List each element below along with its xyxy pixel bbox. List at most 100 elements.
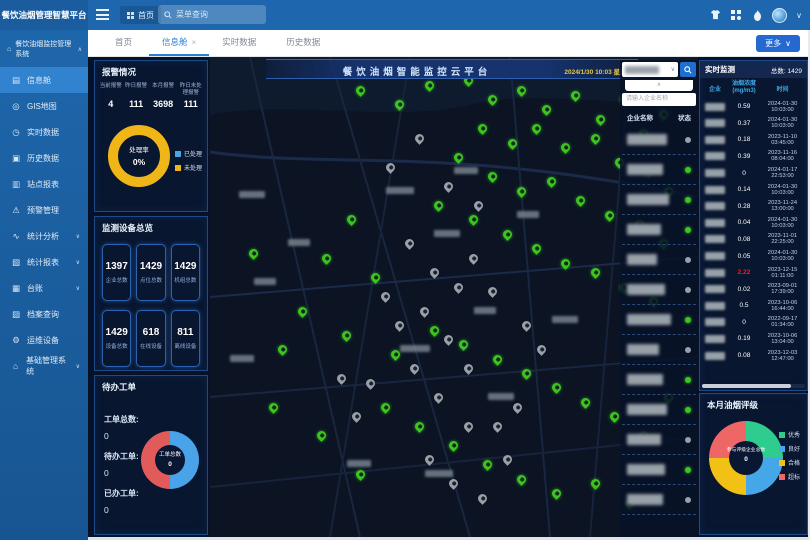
company-row[interactable] — [622, 245, 696, 275]
concentration-value: 0 — [728, 319, 760, 326]
device-stat-card: 1429 机组总数 — [171, 244, 200, 301]
sidebar-item[interactable]: ▤ 信息舱 — [0, 67, 88, 93]
notification-flame-icon[interactable] — [751, 9, 763, 21]
hamburger-menu-icon[interactable] — [96, 9, 109, 20]
collapse-bar[interactable]: ∧ — [625, 80, 693, 91]
chevron-down-icon: ∨ — [76, 233, 80, 240]
company-row[interactable] — [622, 155, 696, 185]
sidebar-item[interactable]: ⌂ 基础管理系统 ∨ — [0, 353, 88, 379]
enterprise-name-redacted — [705, 302, 725, 310]
sidebar-item-label: 运维设备 — [27, 335, 59, 346]
reading-timestamp: 2023-10-06 16:44:00 — [760, 300, 805, 312]
concentration-value: 0.5 — [728, 302, 760, 309]
sidebar-system-header[interactable]: ⌂ 餐饮油烟监控管理系统 ∧ — [0, 30, 88, 67]
sidebar-item-label: 台账 — [27, 283, 43, 294]
enterprise-name-redacted — [705, 136, 725, 144]
sidebar-item-icon: ▣ — [11, 153, 21, 164]
concentration-value: 2.22 — [728, 269, 760, 276]
map-place-label — [488, 393, 514, 400]
horizontal-scrollbar[interactable] — [702, 384, 805, 388]
company-row[interactable] — [622, 275, 696, 305]
company-row[interactable] — [622, 425, 696, 455]
map-place-label — [425, 470, 453, 477]
company-name-redacted — [627, 284, 665, 295]
company-row[interactable] — [622, 485, 696, 515]
sidebar-item[interactable]: ▦ 台账 ∨ — [0, 275, 88, 301]
company-row[interactable] — [622, 335, 696, 365]
company-name-input[interactable]: 请输入企业名称 — [622, 93, 696, 106]
fullscreen-icon[interactable] — [730, 9, 742, 21]
realtime-row: 0.08 2023-12-03 12:47:00 — [700, 347, 807, 364]
company-search-button[interactable] — [680, 62, 696, 77]
theme-shirt-icon[interactable] — [709, 9, 721, 21]
reading-timestamp: 2022-09-17 01:34:00 — [760, 316, 805, 328]
legend-swatch — [779, 474, 785, 480]
status-dot — [685, 317, 691, 323]
sidebar-nav: ⌂ 餐饮油烟监控管理系统 ∧ ▤ 信息舱 ◎ GIS地图 ◷ — [0, 30, 88, 540]
page-tab[interactable]: 历史数据 — [273, 30, 337, 56]
concentration-value: 0.39 — [728, 153, 760, 160]
sidebar-item[interactable]: ▧ 统计报表 ∨ — [0, 249, 88, 275]
company-row[interactable] — [622, 185, 696, 215]
reading-timestamp: 2023-12-03 12:47:00 — [760, 350, 805, 362]
sidebar-item-label: 站点报表 — [27, 179, 59, 190]
top-header-bar: 餐饮油烟管理智慧平台 首页 菜单查询 ∨ — [0, 0, 810, 30]
company-row[interactable] — [622, 365, 696, 395]
menu-search-input[interactable]: 菜单查询 — [158, 5, 266, 24]
company-row[interactable] — [622, 215, 696, 245]
status-dot — [685, 407, 691, 413]
company-name-redacted — [627, 164, 663, 175]
device-stat-label: 设备总数 — [106, 342, 128, 350]
home-icon: ⌂ — [7, 46, 11, 53]
concentration-value: 0 — [728, 170, 760, 177]
sidebar-item[interactable]: ▣ 历史数据 — [0, 145, 88, 171]
workorder-stat-value: 0 — [104, 468, 139, 478]
user-menu-caret-icon[interactable]: ∨ — [796, 11, 802, 20]
alarm-stats: 当前报警 4 昨日报警 111 本月报警 3698 昨日未处理报警 111 — [95, 81, 207, 111]
device-stat-label: 离线设备 — [174, 342, 196, 350]
user-avatar[interactable] — [772, 8, 787, 23]
sidebar-item[interactable]: ◎ GIS地图 — [0, 93, 88, 119]
workorder-stat: 工单总数: 0 — [104, 414, 139, 441]
company-row[interactable] — [622, 125, 696, 155]
rating-center-value: 0 — [709, 456, 783, 463]
company-row[interactable] — [622, 395, 696, 425]
device-stat-card: 618 在线设备 — [136, 310, 165, 367]
sidebar-item[interactable]: ▨ 档案查询 — [0, 301, 88, 327]
concentration-value: 0.14 — [728, 186, 760, 193]
company-row[interactable] — [622, 455, 696, 485]
reading-timestamp: 2023-10-06 13:04:00 — [760, 333, 805, 345]
device-stat-card: 1429 设备总数 — [102, 310, 131, 367]
status-dot — [685, 197, 691, 203]
reading-timestamp: 2023-09-01 17:39:00 — [760, 283, 805, 295]
scrollbar-thumb[interactable] — [702, 384, 791, 388]
enterprise-name-redacted — [705, 202, 725, 210]
map-place-label — [552, 316, 578, 323]
sidebar-item[interactable]: ⚙ 运维设备 — [0, 327, 88, 353]
concentration-value: 0.05 — [728, 253, 760, 260]
company-col-name: 企业名称 — [627, 112, 653, 122]
home-shortcut[interactable]: 首页 — [120, 6, 161, 24]
tab-close-icon[interactable]: × — [192, 38, 197, 47]
sidebar-item[interactable]: ◷ 实时数据 — [0, 119, 88, 145]
more-button[interactable]: 更多 ∨ — [756, 35, 800, 52]
reading-timestamp: 2024-01-30 10:03:00 — [760, 250, 805, 262]
company-row[interactable] — [622, 305, 696, 335]
status-dot — [685, 347, 691, 353]
sidebar-item[interactable]: ▥ 站点报表 — [0, 171, 88, 197]
sidebar-item[interactable]: ∿ 统计分析 ∨ — [0, 223, 88, 249]
sidebar-item-label: 档案查询 — [27, 309, 59, 320]
sidebar-item[interactable]: ⚠ 预警管理 — [0, 197, 88, 223]
workorder-stat-label: 已办工单: — [104, 488, 139, 499]
reading-timestamp: 2023-12-15 01:11:00 — [760, 267, 805, 279]
page-tab[interactable]: 首页 — [102, 30, 149, 56]
map-banner: 餐饮油烟智能监控云平台 2024/1/30 10:03 星期二 — [266, 59, 638, 79]
company-name-redacted — [627, 194, 669, 205]
reading-timestamp: 2023-11-16 08:04:00 — [760, 150, 805, 162]
concentration-value: 0.02 — [728, 286, 760, 293]
map-place-label — [254, 278, 276, 285]
company-filter-select[interactable]: ∨ — [622, 62, 678, 77]
page-tab[interactable]: 实时数据 — [209, 30, 273, 56]
page-tab[interactable]: 信息舱 × — [149, 30, 209, 56]
workorders-panel-title: 待办工单 — [95, 376, 207, 396]
